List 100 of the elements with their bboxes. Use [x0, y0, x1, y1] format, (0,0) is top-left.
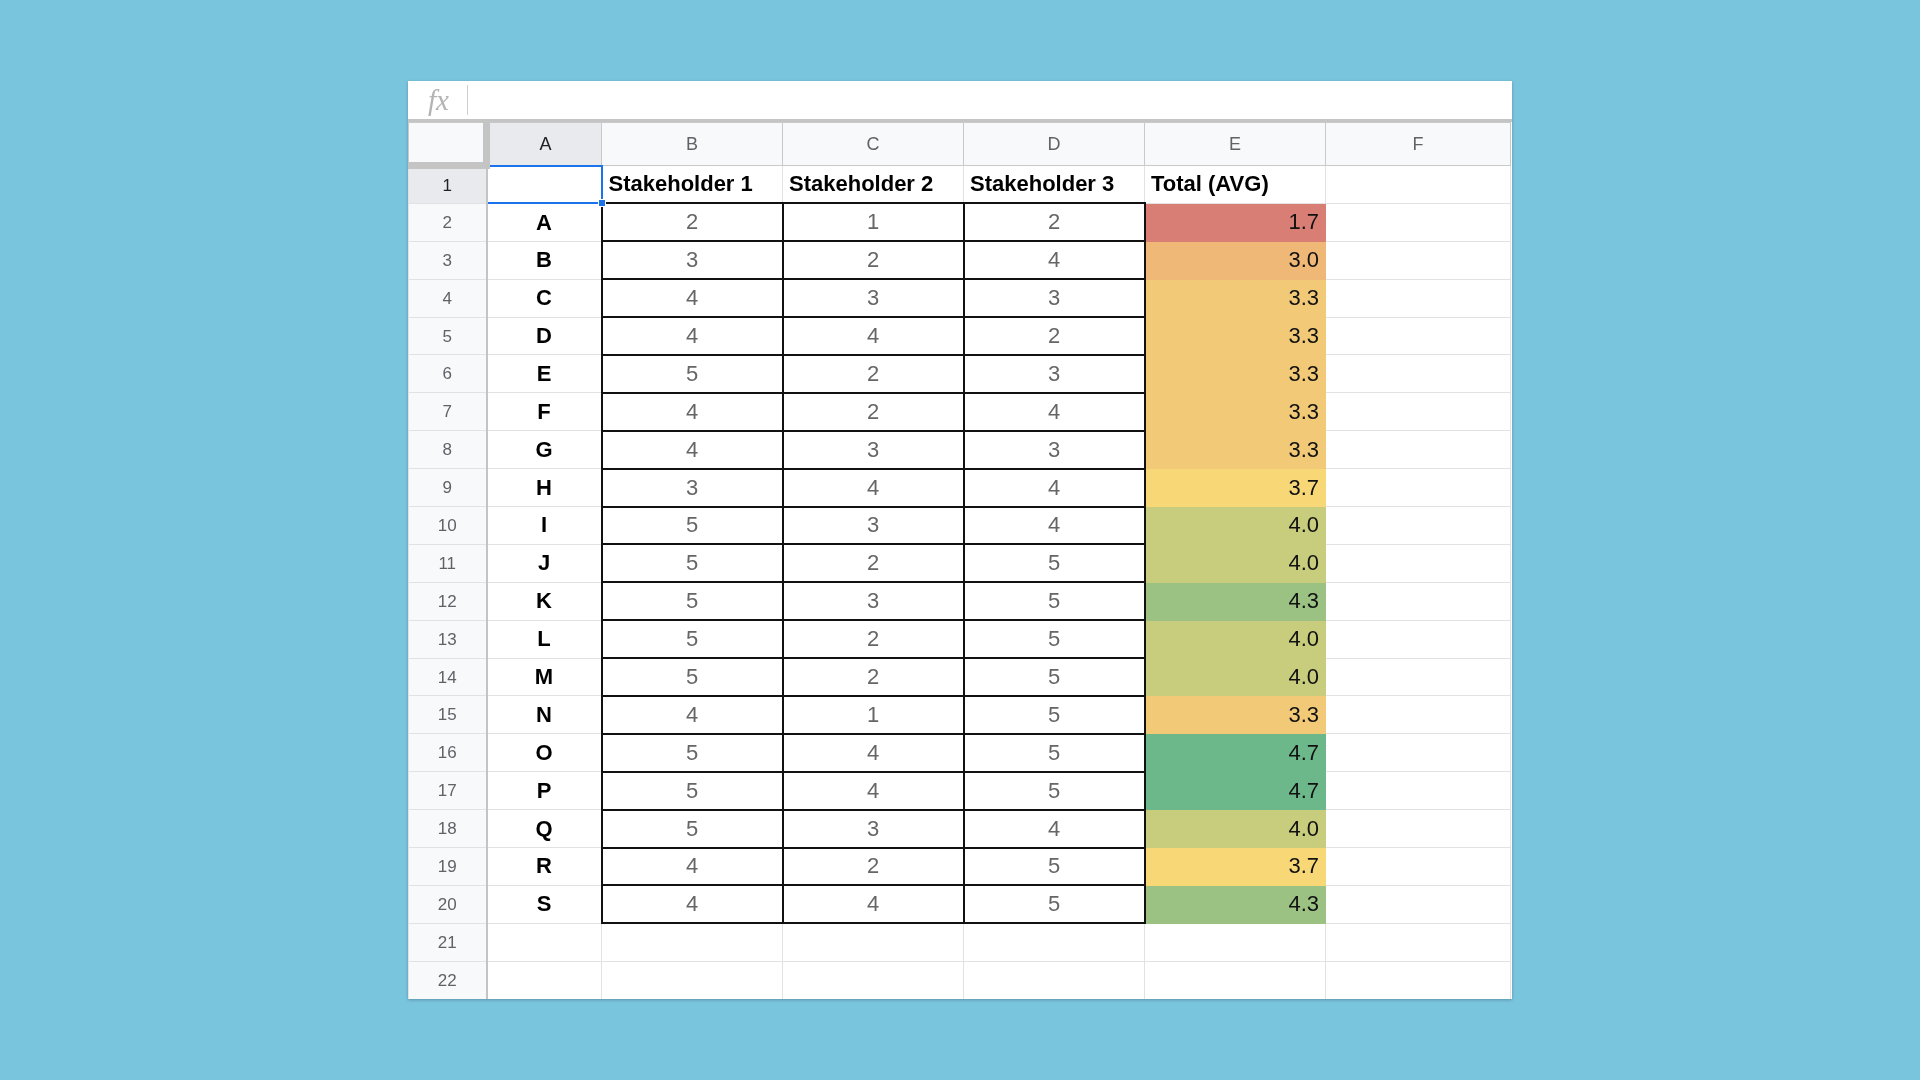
table-cell: 2 [601, 203, 783, 242]
row-header[interactable]: 9 [408, 468, 487, 507]
table-cell: 3 [963, 279, 1145, 318]
formula-label: fx [427, 85, 450, 115]
table-cell: 3 [601, 241, 783, 280]
table-cell: 3.3 [1144, 392, 1326, 431]
row-header[interactable]: 12 [408, 582, 487, 621]
table-cell: 3.0 [1144, 241, 1326, 280]
table-cell: 5 [963, 733, 1145, 772]
table-cell: 5 [601, 733, 783, 772]
table-cell: 3.7 [1144, 847, 1326, 886]
column-header[interactable]: D [963, 122, 1145, 166]
table-cell: 5 [963, 544, 1145, 583]
table-cell: 3 [782, 809, 964, 848]
table-cell: 4 [782, 885, 964, 924]
table-cell: 2 [782, 392, 964, 431]
table-cell: 4.0 [1144, 809, 1326, 848]
table-cell: 4 [601, 279, 783, 318]
table-cell: 3.7 [1144, 468, 1326, 507]
row-header[interactable]: 2 [408, 203, 487, 242]
table-cell: 3.3 [1144, 695, 1326, 734]
table-cell: 3.3 [1144, 354, 1326, 393]
table-cell: 3.3 [1144, 317, 1326, 355]
table-cell: 3 [782, 430, 964, 469]
table-cell: 4 [601, 317, 783, 355]
column-header[interactable]: E [1144, 122, 1326, 166]
table-cell: 4 [782, 771, 964, 810]
table-cell: 4.3 [1144, 885, 1326, 924]
table-cell: 2 [782, 847, 964, 886]
table-cell: 4.3 [1144, 582, 1326, 621]
table-cell: 5 [601, 658, 783, 696]
table-cell: 2 [782, 354, 964, 393]
table-cell: 4 [601, 885, 783, 924]
row-header[interactable]: 21 [408, 923, 487, 962]
table-cell: 1 [782, 203, 964, 242]
table-cell: 3 [782, 582, 964, 621]
table-cell: 4.7 [1144, 771, 1326, 810]
table-cell: 4.0 [1144, 506, 1326, 545]
column-header[interactable]: C [782, 122, 964, 166]
row-header[interactable]: 15 [408, 695, 487, 734]
table-cell: 5 [601, 506, 783, 545]
table-cell: 4 [601, 847, 783, 886]
row-header[interactable]: 7 [408, 392, 487, 431]
table-cell: 5 [601, 544, 783, 583]
table-cell: 3 [782, 279, 964, 318]
row-header[interactable]: 3 [408, 241, 487, 280]
table-cell: 4 [601, 430, 783, 469]
table-cell: 3.3 [1144, 430, 1326, 469]
table-cell: 5 [601, 809, 783, 848]
row-header[interactable]: 6 [408, 354, 487, 393]
row-header[interactable]: 4 [408, 279, 487, 318]
table-cell: 5 [601, 354, 783, 393]
table-cell: 5 [601, 771, 783, 810]
table-cell: 4 [601, 392, 783, 431]
row-header[interactable]: 8 [408, 430, 487, 469]
table-cell: 2 [963, 203, 1145, 242]
table-cell: 1 [782, 695, 964, 734]
table-cell: 3.3 [1144, 279, 1326, 318]
row-header[interactable]: 20 [408, 885, 487, 924]
fill-handle[interactable] [597, 199, 606, 208]
row-header[interactable]: 16 [408, 733, 487, 772]
table-cell: 4 [963, 392, 1145, 431]
row-header[interactable]: 13 [408, 620, 487, 659]
table-cell: 4.0 [1144, 544, 1326, 583]
table-cell: 5 [963, 771, 1145, 810]
table-cell: 3 [963, 354, 1145, 393]
table-cell: 4 [782, 733, 964, 772]
row-header[interactable]: 18 [408, 809, 487, 848]
table-cell: 2 [782, 658, 964, 696]
table-cell: 4 [963, 506, 1145, 545]
row-header[interactable]: 17 [408, 771, 487, 810]
table-cell: 4 [963, 241, 1145, 280]
table-cell: 4 [601, 695, 783, 734]
row-header[interactable]: 14 [408, 658, 487, 696]
table-cell: 4.7 [1144, 733, 1326, 772]
table-cell: 2 [782, 620, 964, 659]
row-header[interactable]: 22 [408, 961, 487, 999]
row-header[interactable]: 19 [408, 847, 487, 886]
table-cell: 2 [782, 544, 964, 583]
table-cell: 4.0 [1144, 658, 1326, 696]
table-cell: 3 [782, 506, 964, 545]
table-cell: 3 [963, 430, 1145, 469]
table-cell: 5 [963, 885, 1145, 924]
row-header[interactable]: 11 [408, 544, 487, 583]
table-cell: 5 [601, 620, 783, 659]
row-header[interactable]: 10 [408, 506, 487, 545]
table-cell: 4 [963, 468, 1145, 507]
column-header[interactable]: B [601, 122, 783, 166]
table-cell: 5 [963, 695, 1145, 734]
table-cell: 4 [782, 468, 964, 507]
table-cell: 5 [601, 582, 783, 621]
row-header[interactable]: 5 [408, 317, 487, 355]
table-cell: 2 [963, 317, 1145, 355]
table-cell: 1.7 [1144, 203, 1326, 242]
table-cell: 4 [782, 317, 964, 355]
column-header[interactable]: F [1325, 122, 1511, 166]
table-cell: 4 [963, 809, 1145, 848]
table-cell: 5 [963, 658, 1145, 696]
table-cell: 5 [963, 620, 1145, 659]
table-cell: 3 [601, 468, 783, 507]
